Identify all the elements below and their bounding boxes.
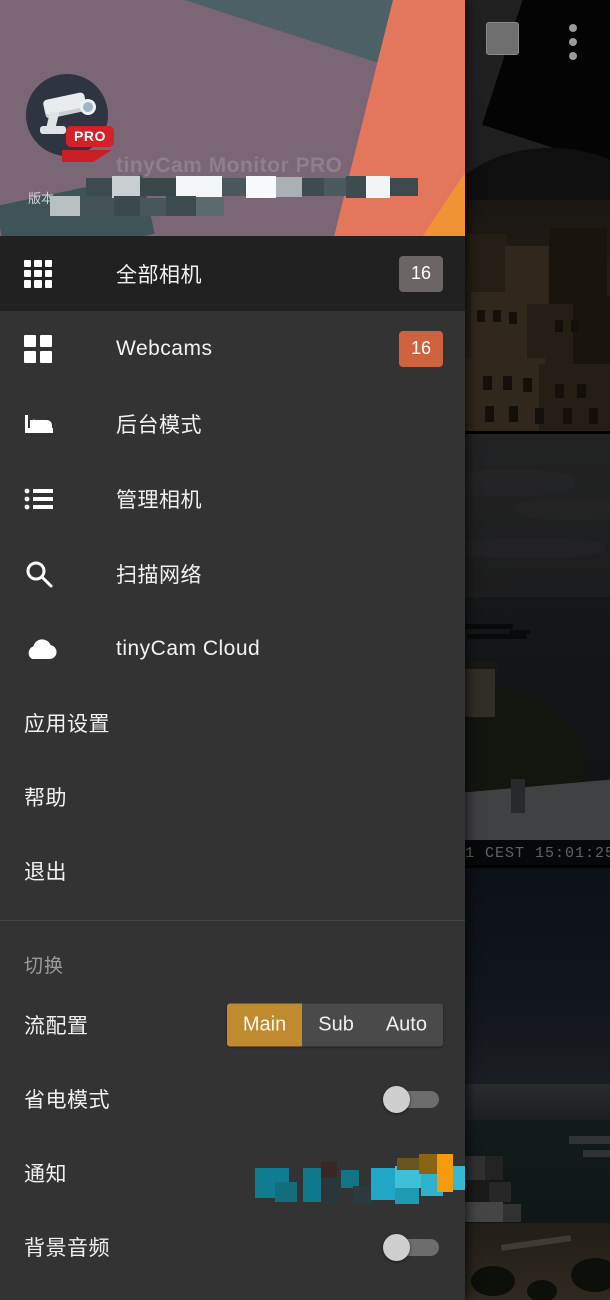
sidebar-item-webcams[interactable]: Webcams 16 [0,311,465,386]
setting-row-stream-profile[interactable]: 流配置 Main Sub Auto [0,988,465,1062]
segment-main[interactable]: Main [226,1003,303,1047]
tinycam-drawer-screen: 1 CEST 15:01:25 [0,0,610,1300]
setting-label: 通知 [24,1163,67,1186]
grid-9-icon [24,259,70,288]
camera-panel-coast[interactable]: 1 CEST 15:01:25 [465,434,610,866]
camera-grid-background: 1 CEST 15:01:25 [465,0,610,1300]
sidebar-item-label: 全部相机 [116,263,202,287]
setting-row-background-audio[interactable]: 背景音频 [0,1210,465,1284]
navigation-drawer: PRO tinyCam Monitor PRO 版本 全部相机 16 Webca… [0,0,465,1300]
camera-panel-marina[interactable] [465,868,610,1300]
cloud-icon [24,637,70,661]
switches-section-title: 切换 [24,956,65,977]
sidebar-item-manage-cameras[interactable]: 管理相机 [0,461,465,536]
bed-icon [24,411,70,437]
setting-row-power-saving[interactable]: 省电模式 [0,1062,465,1136]
setting-row-notifications[interactable]: 通知 [0,1136,465,1210]
version-row-redacted: 版本 [28,188,224,216]
background-audio-toggle[interactable] [383,1234,439,1261]
sidebar-item-label: tinyCam Cloud [116,636,261,660]
sidebar-item-all-cameras[interactable]: 全部相机 16 [0,236,465,311]
segment-sub[interactable]: Sub [302,1004,370,1047]
setting-label: 省电模式 [24,1089,110,1112]
sidebar-item-label: 管理相机 [116,488,202,512]
sidebar-item-label: Webcams [116,336,213,360]
sidebar-item-scan-network[interactable]: 扫描网络 [0,536,465,611]
search-icon [24,559,70,589]
sidebar-item-background-mode[interactable]: 后台模式 [0,386,465,461]
setting-label: 流配置 [24,1015,89,1038]
app-title-text: tinyCam Monitor PRO [116,154,343,177]
stream-profile-segmented-control[interactable]: Main Sub Auto [226,1003,443,1047]
app-title-redacted: tinyCam Monitor PRO [28,154,418,198]
grid-4-icon [24,334,70,363]
drawer-header: PRO tinyCam Monitor PRO 版本 [0,0,465,236]
status-badge: 16 [399,330,443,367]
list-icon [24,486,70,512]
sidebar-item-help[interactable]: 帮助 [0,760,465,834]
sidebar-item-exit[interactable]: 退出 [0,834,465,908]
status-badge: 16 [399,255,443,292]
power-saving-toggle[interactable] [383,1086,439,1113]
camera-panel-town[interactable] [465,0,610,432]
sidebar-item-app-settings[interactable]: 应用设置 [0,686,465,760]
camera-appbar-button[interactable] [486,22,519,55]
sidebar-item-label: 退出 [24,861,67,884]
more-vertical-icon[interactable] [569,24,577,64]
sidebar-item-label: 扫描网络 [116,563,202,587]
segment-auto[interactable]: Auto [370,1004,443,1047]
setting-label: 背景音频 [24,1237,110,1260]
sidebar-item-label: 应用设置 [24,713,110,736]
app-logo: PRO [26,74,114,162]
pro-badge: PRO [66,126,114,148]
sidebar-item-label: 帮助 [24,787,67,810]
notifications-redacted-control[interactable] [245,1144,465,1206]
sidebar-item-tinycam-cloud[interactable]: tinyCam Cloud [0,611,465,686]
sidebar-item-label: 后台模式 [116,413,202,437]
